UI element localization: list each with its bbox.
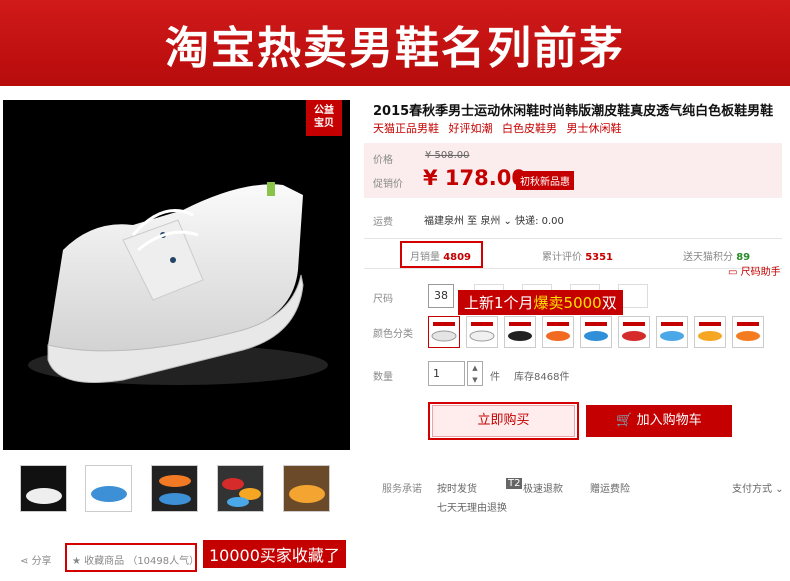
color-swatch-orange-2[interactable] [732, 316, 764, 348]
payment-method-dropdown[interactable]: 支付方式 ⌄ [732, 480, 784, 495]
service-insurance: 赠运费险 [590, 484, 630, 495]
service-ontime: 按时发货 [437, 484, 477, 495]
arrow-up-icon[interactable]: ▲ [468, 362, 482, 374]
thumbnail[interactable] [283, 465, 330, 512]
share-icon: ⋖ [20, 556, 32, 567]
shoe-thumb [86, 466, 131, 511]
tag[interactable]: 天猫正品男鞋 [373, 122, 439, 135]
color-swatch-black[interactable] [504, 316, 536, 348]
shoe-icon [736, 322, 760, 341]
thumbnail[interactable] [85, 465, 132, 512]
banner: 淘宝热卖男鞋名列前茅 [0, 0, 790, 86]
refund-icon: T2 [506, 478, 523, 489]
shoe-icon [431, 322, 457, 342]
shoe-thumb [152, 466, 197, 511]
main-product-image[interactable]: 公益 宝贝 [3, 100, 350, 450]
tag[interactable]: 白色皮鞋男 [502, 122, 557, 135]
shoe-thumb [218, 466, 263, 511]
tmall-points: 送天猫积分 89 [683, 252, 751, 263]
arrow-down-icon[interactable]: ▼ [468, 374, 482, 386]
product-title[interactable]: 2015春秋季男士运动休闲鞋时尚韩版潮皮鞋真皮透气纯白色板鞋男鞋 [373, 100, 788, 119]
tag[interactable]: 好评如潮 [449, 122, 493, 135]
banner-title: 淘宝热卖男鞋名列前茅 [165, 23, 625, 74]
service-refund: 极速退款 [523, 484, 563, 495]
quantity-stepper[interactable]: ▲ ▼ [467, 361, 483, 386]
divider [364, 268, 782, 269]
promo-price-label: 促销价 [373, 179, 403, 190]
original-price: ¥ 508.00 [425, 150, 470, 161]
quantity-unit: 件 [490, 372, 500, 383]
white-sneaker-image [28, 182, 328, 385]
add-to-cart-button[interactable]: 🛒 加入购物车 [586, 405, 732, 437]
service-return: 七天无理由退换 [437, 503, 507, 514]
color-swatch-red[interactable] [618, 316, 650, 348]
sales-highlight-box [400, 241, 483, 268]
size-label: 尺码 [373, 294, 393, 305]
review-count[interactable]: 累计评价 5351 [542, 248, 613, 263]
stock-count: 库存8468件 [514, 372, 570, 383]
buy-now-button[interactable]: 立即购买 [432, 405, 575, 437]
shoe-thumb [21, 466, 66, 511]
divider [364, 238, 782, 239]
color-swatch-sky[interactable] [656, 316, 688, 348]
sales-callout: 上新1个月爆卖5000双 [458, 290, 623, 315]
share-link[interactable]: ⋖ 分享 [20, 552, 52, 567]
price-label: 价格 [373, 155, 393, 166]
thumbnail[interactable] [20, 465, 67, 512]
favorite-highlight-box [65, 543, 197, 572]
size-helper-link[interactable]: ▭ 尺码助手 [728, 263, 781, 278]
shoe-icon [698, 322, 722, 341]
charity-badge: 公益 宝贝 [306, 100, 342, 136]
color-swatch-blue[interactable] [580, 316, 612, 348]
favorite-callout: 10000买家收藏了 [203, 540, 346, 568]
shoe-icon [584, 322, 608, 341]
shipping-destination[interactable]: 福建泉州 至 泉州 ⌄ 快递: 0.00 [424, 212, 564, 227]
tag[interactable]: 男士休闲鞋 [567, 122, 622, 135]
cart-icon: 🛒 [616, 413, 637, 428]
color-swatch-orange[interactable] [542, 316, 574, 348]
color-label: 颜色分类 [373, 329, 413, 340]
color-swatch-yellow[interactable] [694, 316, 726, 348]
shoe-icon [660, 322, 684, 341]
current-price: ¥ 178.00 [423, 166, 526, 190]
quantity-label: 数量 [373, 372, 393, 383]
thumbnail[interactable] [217, 465, 264, 512]
quantity-input[interactable]: 1 [428, 361, 465, 386]
shipping-label: 运费 [373, 217, 393, 228]
service-label: 服务承诺 [382, 484, 422, 495]
color-swatch-white-2[interactable] [466, 316, 498, 348]
thumbnail[interactable] [151, 465, 198, 512]
promo-badge: 初秋新品惠 [516, 171, 574, 190]
color-swatch-white[interactable] [428, 316, 460, 348]
shoe-icon [508, 322, 532, 341]
shoe-icon [546, 322, 570, 341]
shoe-icon [469, 322, 495, 342]
product-tags: 天猫正品男鞋 好评如潮 白色皮鞋男 男士休闲鞋 [373, 120, 628, 136]
shoe-icon [622, 322, 646, 341]
shoe-thumb [284, 466, 329, 511]
size-option-selected[interactable]: 38 [428, 284, 454, 308]
ruler-icon: ▭ [728, 267, 741, 278]
